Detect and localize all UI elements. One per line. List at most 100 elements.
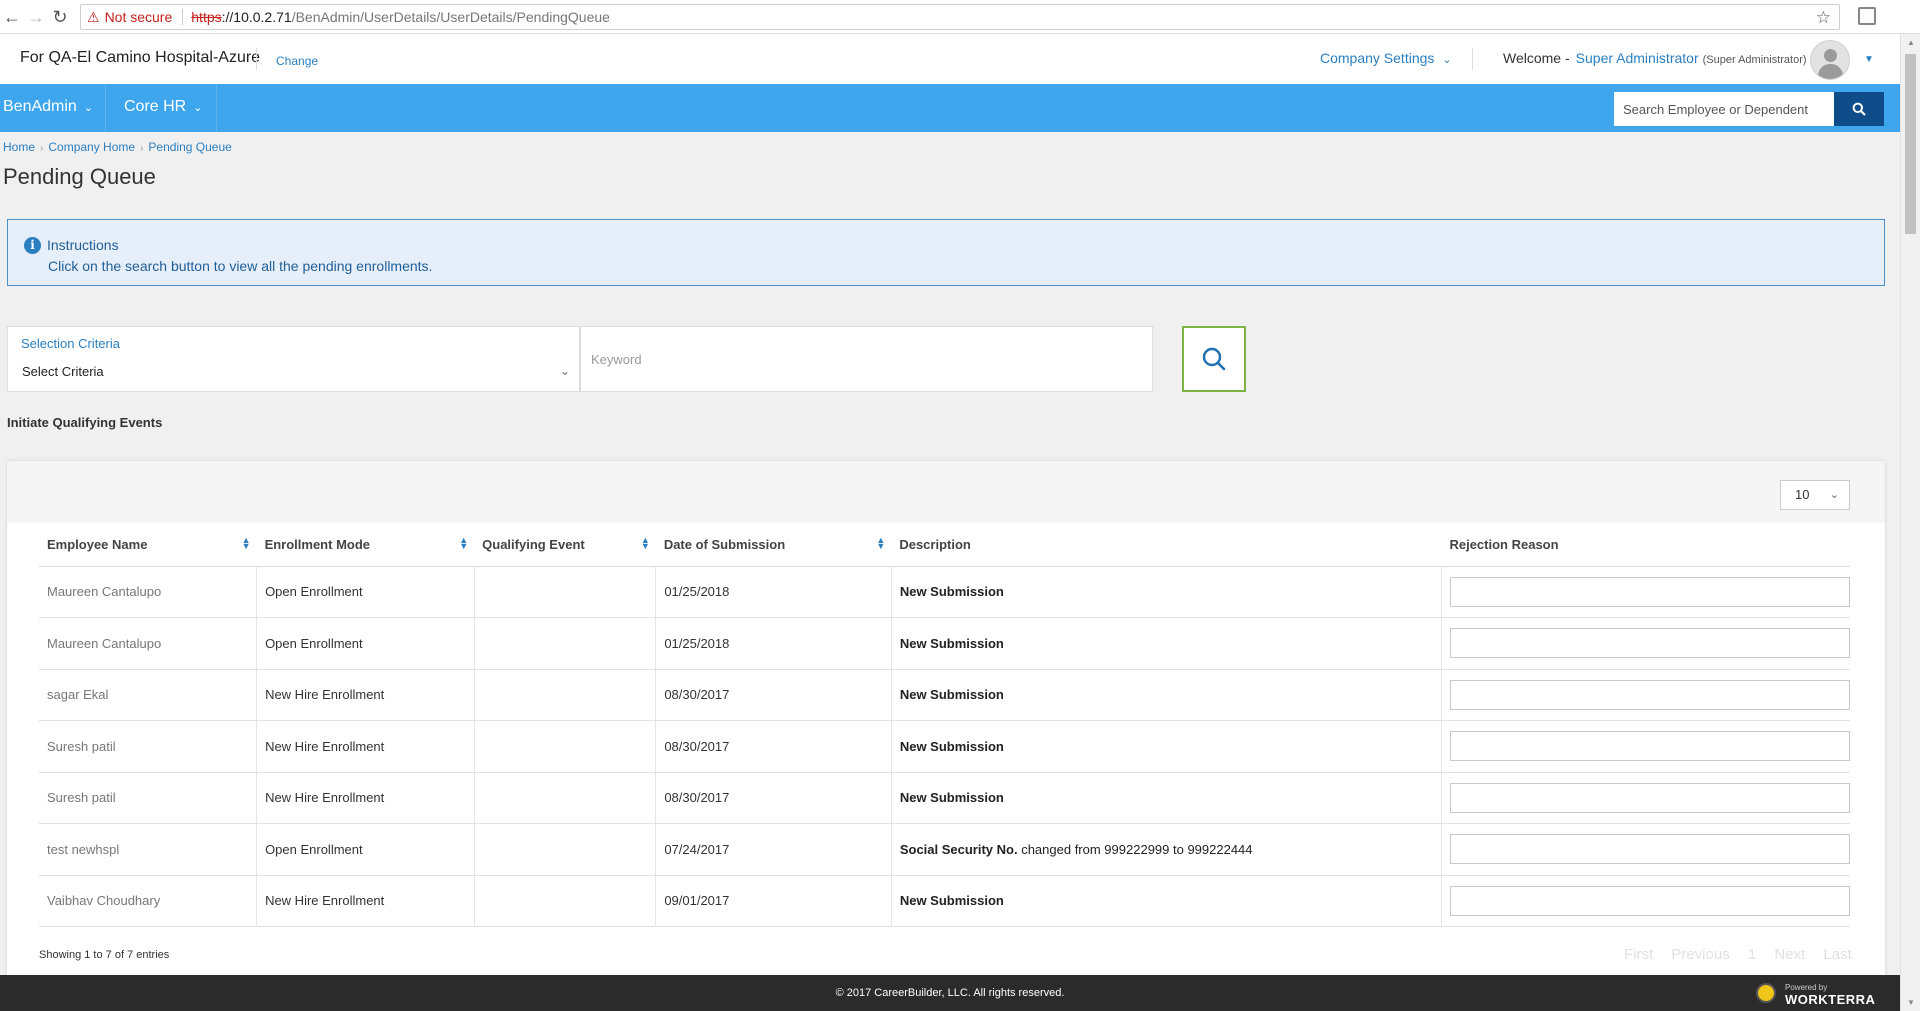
bookmark-star-icon[interactable]: ☆ <box>1816 8 1831 28</box>
scroll-up-icon[interactable]: ▲ <box>1907 38 1915 47</box>
initiate-qualifying-events-link[interactable]: Initiate Qualifying Events <box>7 415 162 430</box>
avatar[interactable] <box>1810 40 1850 80</box>
sort-icon[interactable]: ▲ ▼ <box>242 536 251 551</box>
rejection-reason-input[interactable] <box>1449 679 1850 710</box>
avatar-body <box>1818 64 1843 79</box>
pager-current-page[interactable]: 1 <box>1748 946 1756 963</box>
address-bar[interactable]: ⚠ Not secure https ://10.0.2.71 /BenAdmi… <box>80 4 1840 30</box>
description-cell: New Submission <box>891 566 1442 618</box>
not-secure-label[interactable]: Not secure <box>105 9 173 25</box>
user-name-link[interactable]: Super Administrator <box>1576 50 1699 66</box>
user-menu-caret-icon[interactable]: ▼ <box>1864 54 1874 65</box>
qualifying-event-cell <box>474 566 657 618</box>
rejection-reason-input[interactable] <box>1449 885 1850 916</box>
scrollbar-thumb[interactable] <box>1905 54 1916 234</box>
browser-toolbar: ← → ↻ ⚠ Not secure https ://10.0.2.71 /B… <box>0 0 1920 34</box>
sort-icon[interactable]: ▲ ▼ <box>876 536 885 551</box>
table-row[interactable]: Vaibhav Choudhary New Hire Enrollment 09… <box>39 875 1850 927</box>
page-size-value: 10 <box>1795 487 1810 502</box>
table-row[interactable]: Suresh patil New Hire Enrollment 08/30/2… <box>39 772 1850 824</box>
extension-icon[interactable] <box>1858 7 1876 25</box>
qualifying-event-cell <box>474 772 657 824</box>
nav-item-core-hr[interactable]: Core HR ⌄ <box>124 98 202 116</box>
pager-previous[interactable]: Previous <box>1671 946 1729 963</box>
table-row[interactable]: Maureen Cantalupo Open Enrollment 01/25/… <box>39 566 1850 618</box>
description-bold: New Submission <box>899 738 1004 754</box>
pager-last[interactable]: Last <box>1823 946 1851 963</box>
rejection-reason-input[interactable] <box>1449 628 1850 659</box>
chevron-down-icon: ⌄ <box>1829 489 1839 501</box>
pager-next[interactable]: Next <box>1774 946 1805 963</box>
rejection-reason-input[interactable] <box>1449 576 1850 607</box>
employee-name-cell[interactable]: Suresh patil <box>39 772 258 824</box>
employee-name-cell[interactable]: Maureen Cantalupo <box>39 566 258 618</box>
column-header-label: Qualifying Event <box>482 536 585 552</box>
search-button[interactable] <box>1182 326 1246 392</box>
page-title: Pending Queue <box>3 164 156 189</box>
keyword-input[interactable] <box>581 327 1152 391</box>
date-of-submission-cell: 09/01/2017 <box>655 875 892 927</box>
pager-first[interactable]: First <box>1624 946 1653 963</box>
table-row[interactable]: Maureen Cantalupo Open Enrollment 01/25/… <box>39 617 1850 670</box>
breadcrumb-company-home[interactable]: Company Home <box>48 140 135 154</box>
table-row[interactable]: sagar Ekal New Hire Enrollment 08/30/201… <box>39 669 1850 721</box>
search-icon <box>1202 347 1226 371</box>
description-cell: New Submission <box>891 720 1442 773</box>
column-header-enrollment-mode[interactable]: Enrollment Mode ▲ ▼ <box>256 523 475 567</box>
employee-name-cell[interactable]: Suresh patil <box>39 720 258 773</box>
employee-name-cell[interactable]: test newhspl <box>39 823 258 876</box>
header-divider <box>1472 48 1473 70</box>
search-icon <box>1852 102 1866 116</box>
footer: © 2017 CareerBuilder, LLC. All rights re… <box>0 975 1900 1011</box>
breadcrumb-home[interactable]: Home <box>3 140 35 154</box>
company-settings-label: Company Settings <box>1320 50 1435 66</box>
page-root: ← → ↻ ⚠ Not secure https ://10.0.2.71 /B… <box>0 0 1920 1011</box>
column-header-qualifying-event[interactable]: Qualifying Event ▲ ▼ <box>474 523 656 567</box>
nav-item-label: Core HR <box>124 98 187 115</box>
chevron-down-icon: ⌄ <box>1442 54 1452 66</box>
sort-icon[interactable]: ▲ ▼ <box>641 536 650 551</box>
employee-name-cell[interactable]: sagar Ekal <box>39 669 258 721</box>
breadcrumb-separator-icon: › <box>140 143 144 154</box>
employee-name-cell[interactable]: Maureen Cantalupo <box>39 617 258 670</box>
workterra-logo-icon <box>1756 983 1776 1003</box>
enrollment-mode-cell: New Hire Enrollment <box>256 772 475 824</box>
company-settings-menu[interactable]: Company Settings ⌄ <box>1320 50 1452 66</box>
nav-item-label: BenAdmin <box>3 98 77 115</box>
selection-criteria-dropdown[interactable]: Selection Criteria Select Criteria ⌄ <box>7 326 580 392</box>
page-scrollbar[interactable]: ▲ ▼ <box>1900 34 1920 1011</box>
rejection-reason-input[interactable] <box>1449 834 1850 865</box>
nav-item-benadmin[interactable]: BenAdmin ⌄ <box>3 98 93 116</box>
table-row[interactable]: test newhspl Open Enrollment 07/24/2017 … <box>39 823 1850 876</box>
breadcrumb-pending-queue[interactable]: Pending Queue <box>148 140 231 154</box>
date-of-submission-cell: 08/30/2017 <box>655 720 892 773</box>
column-header-date-of-submission[interactable]: Date of Submission ▲ ▼ <box>655 523 892 567</box>
nav-divider <box>216 84 217 132</box>
table-header-row: Employee Name ▲ ▼ Enrollment Mode ▲ ▼ Qualif… <box>39 523 1850 567</box>
employee-search-button[interactable] <box>1834 92 1884 126</box>
date-of-submission-cell: 01/25/2018 <box>655 566 892 618</box>
page-size-select[interactable]: 10 ⌄ <box>1780 480 1850 510</box>
column-header-description: Description <box>891 523 1442 567</box>
panel-toolbar: 10 ⌄ <box>7 461 1885 523</box>
column-header-employee-name[interactable]: Employee Name ▲ ▼ <box>39 523 257 567</box>
date-of-submission-cell: 08/30/2017 <box>655 772 892 824</box>
table-row[interactable]: Suresh patil New Hire Enrollment 08/30/2… <box>39 720 1850 773</box>
description-cell: New Submission <box>891 617 1442 670</box>
forward-icon[interactable]: → <box>24 5 48 29</box>
change-company-link[interactable]: Change <box>276 54 318 68</box>
sort-icon[interactable]: ▲ ▼ <box>459 536 468 551</box>
rejection-reason-input[interactable] <box>1449 731 1850 762</box>
scroll-down-icon[interactable]: ▼ <box>1907 998 1915 1007</box>
rejection-reason-input[interactable] <box>1449 782 1850 813</box>
chevron-down-icon: ⌄ <box>193 102 203 114</box>
rejection-reason-cell <box>1441 566 1850 618</box>
column-header-label: Employee Name <box>47 536 148 552</box>
employee-search-input[interactable] <box>1614 92 1834 126</box>
employee-name-cell[interactable]: Vaibhav Choudhary <box>39 875 258 927</box>
back-icon[interactable]: ← <box>0 5 24 29</box>
reload-icon[interactable]: ↻ <box>48 5 72 29</box>
column-header-rejection-reason: Rejection Reason <box>1441 523 1850 567</box>
info-icon: i <box>24 237 41 254</box>
column-header-label: Date of Submission <box>663 536 786 552</box>
